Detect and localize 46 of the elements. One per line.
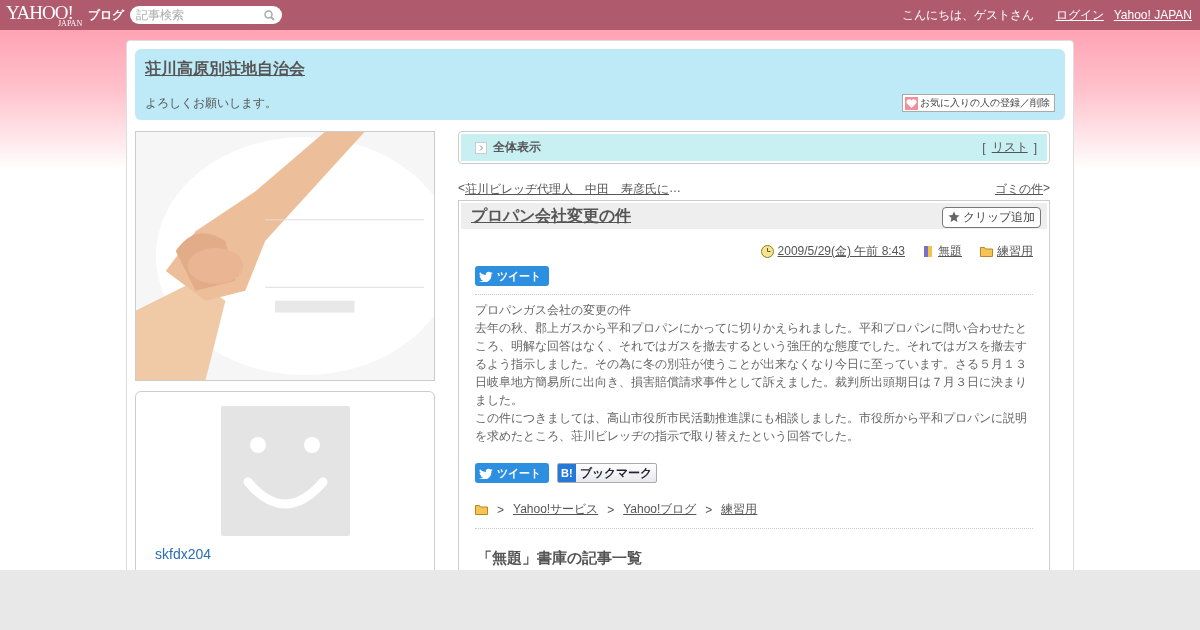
list-link[interactable]: リスト	[991, 139, 1028, 156]
next-article-link[interactable]: ゴミの件	[995, 181, 1043, 198]
clock-icon	[760, 245, 774, 258]
blog-title[interactable]: 荘川高原別荘地自治会	[145, 60, 305, 77]
prev-mark: <	[458, 181, 465, 197]
next-mark: >	[1043, 181, 1050, 197]
book-icon	[923, 245, 934, 258]
bird-icon	[479, 467, 493, 479]
breadcrumb-separator: >	[705, 502, 713, 517]
prev-article-link[interactable]: 荘川ビレッヂ代理人 中田 寿彦氏に	[465, 181, 669, 198]
clip-button[interactable]: クリップ追加	[942, 206, 1041, 228]
category-link[interactable]: 無題	[938, 243, 962, 260]
site-logo[interactable]: YAHOO! JAPAN	[6, 2, 83, 28]
breadcrumb-separator: >	[607, 502, 615, 517]
header-link[interactable]: ログイン	[1055, 6, 1104, 24]
username-link[interactable]: skfdx204	[155, 546, 212, 562]
folder-icon	[980, 246, 993, 257]
folder-link[interactable]: 練習用	[997, 243, 1033, 260]
service-name: ブログ	[88, 6, 125, 24]
avatar-icon	[220, 406, 350, 536]
date-link[interactable]: 2009/5/29(金) 午前 8:43	[777, 243, 905, 260]
bookmark-button[interactable]: B! ブックマーク	[557, 463, 657, 483]
chevron-icon	[475, 141, 487, 154]
breadcrumb-link[interactable]: Yahoo!サービス	[513, 501, 599, 518]
blog-description: よろしくお願いします。	[145, 95, 278, 112]
breadcrumb-separator: >	[497, 502, 504, 517]
bracket-text: [	[982, 140, 986, 155]
view-label[interactable]: 全体表示	[493, 139, 541, 156]
bird-icon	[479, 270, 493, 282]
article-paragraph: この件につきましては、高山市役所市民活動推進課にも相談しました。市役所から平和プロパンに説明を求めたところ、荘川ビレッヂの指示で取り替えたという回答でした。	[475, 410, 1028, 445]
section-heading: 「無題」書庫の記事一覧	[477, 549, 643, 568]
search-field[interactable]: 記事検索	[130, 6, 283, 24]
favorite-button[interactable]: お気に入りの人の登録／削除	[902, 94, 1055, 112]
heart-icon	[905, 96, 918, 110]
folder-icon	[475, 504, 488, 515]
article-title[interactable]: プロパン会社変更の件	[471, 205, 631, 227]
breadcrumb-link[interactable]: Yahoo!ブログ	[623, 501, 697, 518]
article-paragraph: プロパンガス会社の変更の件	[475, 302, 632, 319]
star-icon	[948, 211, 960, 223]
bracket-text: ]	[1033, 140, 1037, 155]
article-paragraph: 去年の秋、郡上ガスから平和プロパンにかってに切りかえられました。平和プロパンに問い合わせたところ、明解な回答はなく、それではガスを撤去するという強圧的な態度でした。それではガスを撤去するよう指示しました。その為に冬の別荘が使うことが出来なくなり今日に至っています。さる５月１３日岐阜地方簡易所に出向き、損害賠償請求事件として訴えました。裁判所出頭期日は７月３日に決まりました。	[475, 320, 1028, 409]
breadcrumb-link[interactable]: 練習用	[721, 501, 758, 518]
header-link[interactable]: Yahoo! JAPAN	[1113, 8, 1192, 22]
ellipsis-text: …	[669, 181, 681, 197]
search-icon[interactable]	[264, 9, 276, 21]
greeting-text: こんにちは、ゲストさん	[901, 6, 1034, 24]
